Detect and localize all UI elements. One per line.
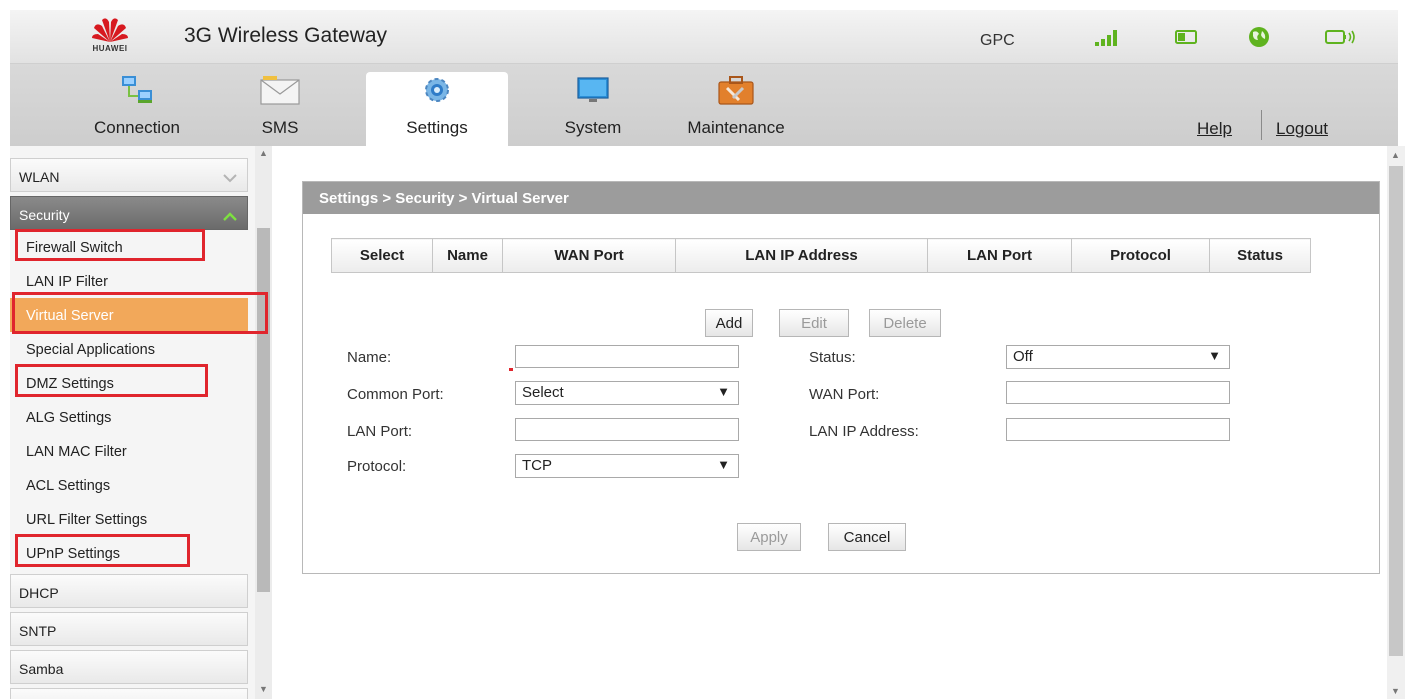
sidebar-item-lan-mac-filter[interactable]: LAN MAC Filter bbox=[10, 434, 248, 468]
lan-ip-address-label: LAN IP Address: bbox=[809, 423, 919, 440]
sidebar-group-more[interactable] bbox=[10, 688, 248, 699]
sidebar-item-alg-settings[interactable]: ALG Settings bbox=[10, 400, 248, 434]
status-select[interactable]: Off ▼ bbox=[1006, 345, 1230, 369]
sidebar-group-label: SNTP bbox=[19, 623, 57, 639]
protocol-select[interactable]: TCP ▼ bbox=[515, 454, 739, 478]
wifi-icon bbox=[1325, 28, 1359, 51]
common-port-value: Select bbox=[522, 384, 564, 401]
connection-icon bbox=[120, 74, 154, 111]
lan-port-label: LAN Port: bbox=[347, 423, 413, 440]
top-header: HUAWEI 3G Wireless Gateway GPC bbox=[10, 10, 1398, 64]
virtual-server-panel: Settings > Security > Virtual Server Sel… bbox=[302, 181, 1380, 574]
chevron-up-icon bbox=[223, 208, 237, 224]
required-marker bbox=[509, 368, 513, 371]
common-port-label: Common Port: bbox=[347, 386, 444, 403]
table-header-row: Select Name WAN Port LAN IP Address LAN … bbox=[331, 238, 1311, 273]
column-header-select: Select bbox=[331, 238, 433, 273]
settings-gear-icon bbox=[420, 74, 454, 111]
wan-port-field[interactable] bbox=[1006, 381, 1230, 404]
sidebar-group-sntp[interactable]: SNTP bbox=[10, 612, 248, 646]
highlight-box bbox=[15, 534, 190, 567]
tab-label: SMS bbox=[261, 118, 299, 137]
column-header-lan-ip-address: LAN IP Address bbox=[675, 238, 928, 273]
scroll-down-icon[interactable]: ▼ bbox=[259, 684, 268, 694]
cancel-button[interactable]: Cancel bbox=[828, 523, 906, 551]
tab-system[interactable]: System bbox=[543, 72, 643, 146]
help-link[interactable]: Help bbox=[1197, 119, 1232, 139]
sidebar-group-label: Samba bbox=[19, 661, 64, 677]
protocol-label: Protocol: bbox=[347, 458, 407, 475]
tab-label: Maintenance bbox=[687, 118, 785, 137]
name-label: Name: bbox=[347, 349, 392, 366]
sidebar-group-label: WLAN bbox=[19, 169, 60, 185]
maintenance-toolbox-icon bbox=[717, 74, 755, 111]
common-port-select[interactable]: Select ▼ bbox=[515, 381, 739, 405]
lan-port-field[interactable] bbox=[515, 418, 739, 441]
huawei-logo: HUAWEI bbox=[88, 14, 132, 54]
chevron-down-icon bbox=[223, 170, 237, 186]
internet-globe-icon bbox=[1248, 26, 1270, 53]
sidebar-group-security[interactable]: Security bbox=[10, 196, 248, 230]
sidebar-scrollbar[interactable]: ▲ ▼ bbox=[255, 146, 272, 699]
apply-button[interactable]: Apply bbox=[737, 523, 801, 551]
page-scrollbar[interactable]: ▲ ▼ bbox=[1387, 146, 1405, 699]
sidebar-item-acl-settings[interactable]: ACL Settings bbox=[10, 468, 248, 502]
tab-label: System bbox=[564, 118, 622, 137]
sidebar-group-wlan[interactable]: WLAN bbox=[10, 158, 248, 192]
sim-card-icon bbox=[1175, 28, 1197, 51]
sidebar-item-special-applications[interactable]: Special Applications bbox=[10, 332, 248, 366]
app-title: 3G Wireless Gateway bbox=[184, 24, 388, 47]
operator-name: GPC bbox=[980, 32, 1015, 49]
scroll-up-icon[interactable]: ▲ bbox=[1391, 150, 1400, 160]
dropdown-arrow-icon: ▼ bbox=[717, 384, 730, 399]
virtual-server-table: Select Name WAN Port LAN IP Address LAN … bbox=[331, 238, 1311, 273]
signal-strength-icon bbox=[1095, 28, 1121, 51]
tab-maintenance[interactable]: Maintenance bbox=[672, 72, 800, 146]
highlight-box bbox=[15, 364, 208, 397]
dropdown-arrow-icon: ▼ bbox=[717, 457, 730, 472]
sidebar-group-label: DHCP bbox=[19, 585, 59, 601]
scroll-up-icon[interactable]: ▲ bbox=[259, 148, 268, 158]
status-value: Off bbox=[1013, 348, 1033, 365]
sidebar-group-dhcp[interactable]: DHCP bbox=[10, 574, 248, 608]
nav-divider bbox=[1261, 110, 1262, 140]
brand-text: HUAWEI bbox=[92, 44, 128, 53]
logout-link[interactable]: Logout bbox=[1276, 119, 1328, 139]
tab-connection[interactable]: Connection bbox=[72, 72, 202, 146]
column-header-name: Name bbox=[432, 238, 503, 273]
name-field[interactable] bbox=[515, 345, 739, 368]
tab-settings[interactable]: Settings bbox=[366, 72, 508, 146]
scroll-down-icon[interactable]: ▼ bbox=[1391, 686, 1400, 696]
highlight-box bbox=[15, 229, 205, 261]
column-header-wan-port: WAN Port bbox=[502, 238, 676, 273]
add-button[interactable]: Add bbox=[705, 309, 753, 337]
tab-label: Settings bbox=[406, 118, 468, 137]
wan-port-label: WAN Port: bbox=[809, 386, 880, 403]
protocol-value: TCP bbox=[522, 457, 552, 474]
sidebar-group-samba[interactable]: Samba bbox=[10, 650, 248, 684]
sidebar-item-url-filter-settings[interactable]: URL Filter Settings bbox=[10, 502, 248, 536]
system-monitor-icon bbox=[576, 74, 610, 111]
breadcrumb: Settings > Security > Virtual Server bbox=[303, 182, 1379, 214]
lan-ip-address-field[interactable] bbox=[1006, 418, 1230, 441]
tab-label: Connection bbox=[93, 118, 180, 137]
column-header-protocol: Protocol bbox=[1071, 238, 1210, 273]
edit-button[interactable]: Edit bbox=[779, 309, 849, 337]
main-nav: Connection SMS Settings System Maintenan… bbox=[10, 64, 1398, 146]
sms-envelope-icon bbox=[259, 74, 301, 111]
dropdown-arrow-icon: ▼ bbox=[1208, 348, 1221, 363]
page-scroll-thumb[interactable] bbox=[1389, 166, 1403, 656]
sidebar-group-label: Security bbox=[19, 207, 70, 223]
tab-sms[interactable]: SMS bbox=[242, 72, 318, 146]
delete-button[interactable]: Delete bbox=[869, 309, 941, 337]
column-header-lan-port: LAN Port bbox=[927, 238, 1072, 273]
sidebar-scroll-thumb[interactable] bbox=[257, 228, 270, 592]
column-header-status: Status bbox=[1209, 238, 1311, 273]
highlight-box bbox=[12, 292, 268, 334]
status-label: Status: bbox=[809, 349, 856, 366]
